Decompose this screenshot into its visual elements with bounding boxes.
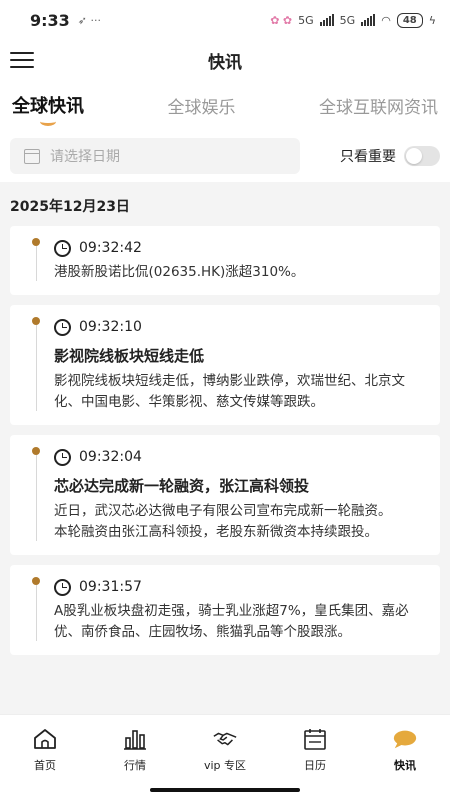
signal-icon-2 <box>361 14 376 26</box>
clock-icon <box>54 239 71 257</box>
news-time: 09:31:57 <box>79 579 142 595</box>
tabbar-item-market[interactable]: 行情 <box>90 727 180 779</box>
network-label-1: 5G <box>298 13 314 27</box>
news-body: 影视院线板块短线走低，博纳影业跌停，欢瑞世纪、北京文化、中国电影、华策影视、慈文… <box>54 373 405 410</box>
wifi-icon: ◠ <box>381 13 391 27</box>
network-label-2: 5G <box>339 13 356 27</box>
news-body: A股乳业板块盘初走强，骑士乳业涨超7%，皇氏集团、嘉必优、南侨食品、庄园牧场、熊… <box>54 603 409 640</box>
tabbar-item-flash[interactable]: 快讯 <box>360 727 450 779</box>
tabbar-label: 首页 <box>34 759 56 772</box>
tabbar-label: 日历 <box>304 759 326 772</box>
news-item[interactable]: 09:32:04 芯必达完成新一轮融资，张江高科领投 近日，武汉芯必达微电子有限… <box>10 435 440 555</box>
date-picker[interactable]: 请选择日期 <box>10 138 300 174</box>
app-icons: ✿ ✿ <box>270 13 293 27</box>
date-placeholder: 请选择日期 <box>50 149 120 165</box>
tabbar-item-calendar[interactable]: 日历 <box>270 727 360 779</box>
timeline-dot <box>32 447 40 455</box>
news-time: 09:32:42 <box>79 240 142 256</box>
status-bar: 9:33 ➶ ··· ✿ ✿ 5G 5G ◠ 48 ϟ <box>0 0 450 40</box>
news-body: 港股新股诺比侃(02635.HK)涨超310%。 <box>54 264 305 280</box>
news-title: 影视院线板块短线走低 <box>54 347 205 365</box>
tabbar-label: vip 专区 <box>203 759 247 772</box>
timeline-line <box>35 325 37 411</box>
notification-icons: ➶ ··· <box>77 13 101 27</box>
timeline-dot <box>32 577 40 585</box>
home-indicator <box>150 788 300 792</box>
news-time: 09:32:04 <box>79 449 142 465</box>
news-body-2: 本轮融资由张江高科领投，老股东新微资本持续跟投。 <box>54 524 378 540</box>
battery-icon: 48 <box>396 12 423 28</box>
news-item[interactable]: 09:32:10 影视院线板块短线走低 影视院线板块短线走低，博纳影业跌停，欢瑞… <box>10 305 440 425</box>
timeline-line <box>35 455 37 541</box>
timeline-dot <box>32 238 40 246</box>
status-time: 9:33 <box>30 10 70 30</box>
news-list: 09:32:42 港股新股诺比侃(02635.HK)涨超310%。 09:32:… <box>0 226 450 655</box>
news-time: 09:32:10 <box>79 319 142 335</box>
category-tabs: 全球快讯 全球娱乐 全球互联网资讯 <box>0 80 450 130</box>
date-heading: 2025年12月23日 <box>0 182 450 226</box>
tabbar-item-vip[interactable]: vip 专区 <box>180 727 270 779</box>
calendar-icon <box>24 148 40 164</box>
news-item[interactable]: 09:32:42 港股新股诺比侃(02635.HK)涨超310%。 <box>10 226 440 295</box>
tabbar-label: 行情 <box>124 759 146 772</box>
important-only-control: 只看重要 <box>340 146 440 166</box>
tabbar-label: 快讯 <box>394 759 416 772</box>
filter-row: 请选择日期 只看重要 <box>0 130 450 182</box>
timeline-dot <box>32 317 40 325</box>
calendar-icon <box>302 727 328 751</box>
page-title: 快讯 <box>208 52 242 73</box>
tab-global-internet[interactable]: 全球互联网资讯 <box>319 93 438 118</box>
timeline-line <box>35 585 37 641</box>
news-body: 近日，武汉芯必达微电子有限公司宣布完成新一轮融资。 <box>54 503 392 519</box>
tab-global-entertainment[interactable]: 全球娱乐 <box>168 93 236 118</box>
clock-icon <box>54 448 71 466</box>
chat-bubble-icon <box>392 727 418 751</box>
header: 快讯 <box>0 40 450 80</box>
chart-icon <box>122 727 148 751</box>
home-icon <box>32 727 58 751</box>
news-item[interactable]: 09:31:57 A股乳业板块盘初走强，骑士乳业涨超7%，皇氏集团、嘉必优、南侨… <box>10 565 440 655</box>
important-only-label: 只看重要 <box>340 149 396 165</box>
charging-icon: ϟ <box>428 13 436 27</box>
menu-icon[interactable] <box>10 50 34 70</box>
news-title: 芯必达完成新一轮融资，张江高科领投 <box>54 477 310 495</box>
clock-icon <box>54 318 71 336</box>
tab-global-flash[interactable]: 全球快讯 <box>12 92 84 126</box>
timeline-line <box>35 246 37 281</box>
handshake-icon <box>212 727 238 751</box>
bottom-tab-bar: 首页 行情 vip 专区 日历 快讯 <box>0 714 450 800</box>
important-only-toggle[interactable] <box>404 146 440 166</box>
clock-icon <box>54 578 71 596</box>
tabbar-item-home[interactable]: 首页 <box>0 727 90 779</box>
signal-icon <box>319 14 334 26</box>
